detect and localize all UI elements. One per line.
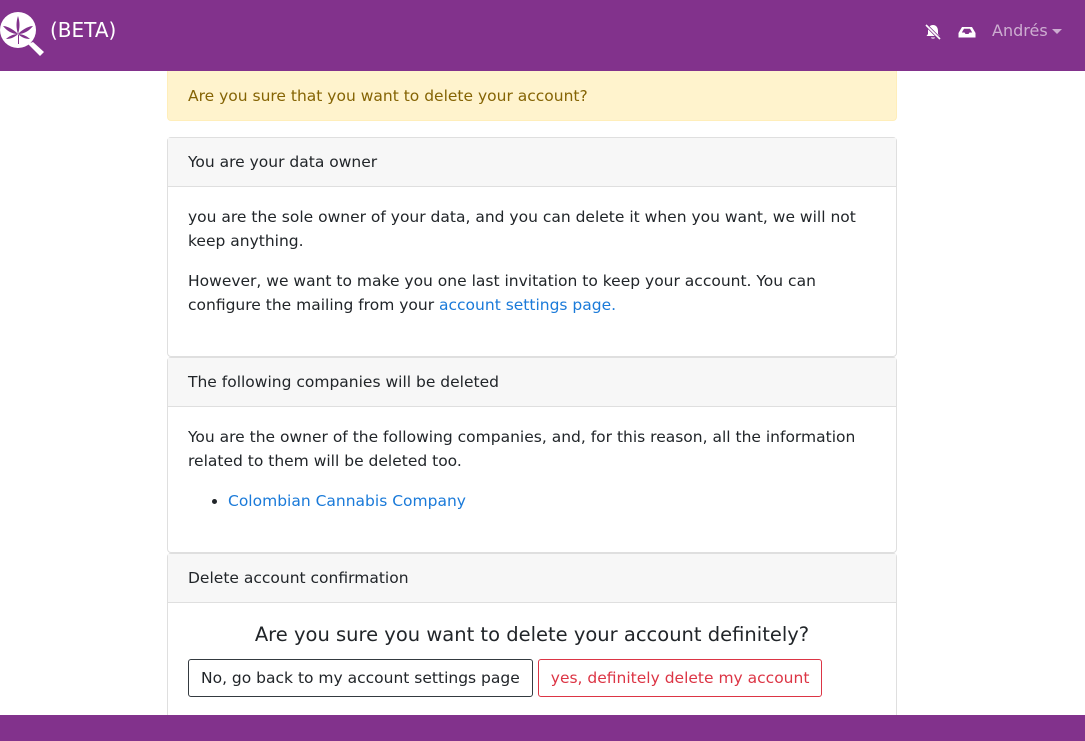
bell-slash-icon[interactable] [923,22,943,42]
card-header: Delete account confirmation [168,554,896,603]
card-body: Are you sure you want to delete your acc… [168,603,896,715]
logo-icon[interactable] [0,4,44,58]
caret-down-icon [1051,28,1062,34]
invitation-paragraph: However, we want to make you one last in… [188,269,876,317]
company-link[interactable]: Colombian Cannabis Company [228,492,466,510]
confirmation-card: Delete account confirmation Are you sure… [167,553,897,715]
companies-card: The following companies will be deleted … [167,357,897,553]
warning-alert: Are you sure that you want to delete you… [167,71,897,121]
alert-text: Are you sure that you want to delete you… [188,87,588,105]
user-name: Andrés [992,21,1048,40]
card-header: The following companies will be deleted [168,358,896,407]
card-body: You are the owner of the following compa… [168,407,896,552]
footer-bar [0,715,1085,741]
main-content: Are you sure that you want to delete you… [167,71,897,715]
card-header: You are your data owner [168,138,896,187]
confirm-title: Are you sure you want to delete your acc… [254,623,810,646]
delete-account-button[interactable]: yes, definitely delete my account [537,659,823,697]
brand-beta-label[interactable]: (BETA) [50,17,116,43]
account-settings-link[interactable]: account settings page. [439,296,616,314]
user-dropdown[interactable]: Andrés [992,20,1062,42]
top-navbar: (BETA) Andrés [0,0,1085,71]
inbox-icon[interactable] [957,22,977,42]
data-owner-paragraph: you are the sole owner of your data, and… [188,208,856,250]
cancel-button[interactable]: No, go back to my account settings page [188,659,533,697]
list-item: Colombian Cannabis Company [228,489,876,513]
button-row: No, go back to my account settings page … [188,659,876,697]
companies-paragraph: You are the owner of the following compa… [188,428,856,470]
card-body: you are the sole owner of your data, and… [168,187,896,356]
data-owner-card: You are your data owner you are the sole… [167,137,897,357]
company-list: Colombian Cannabis Company [228,489,876,513]
